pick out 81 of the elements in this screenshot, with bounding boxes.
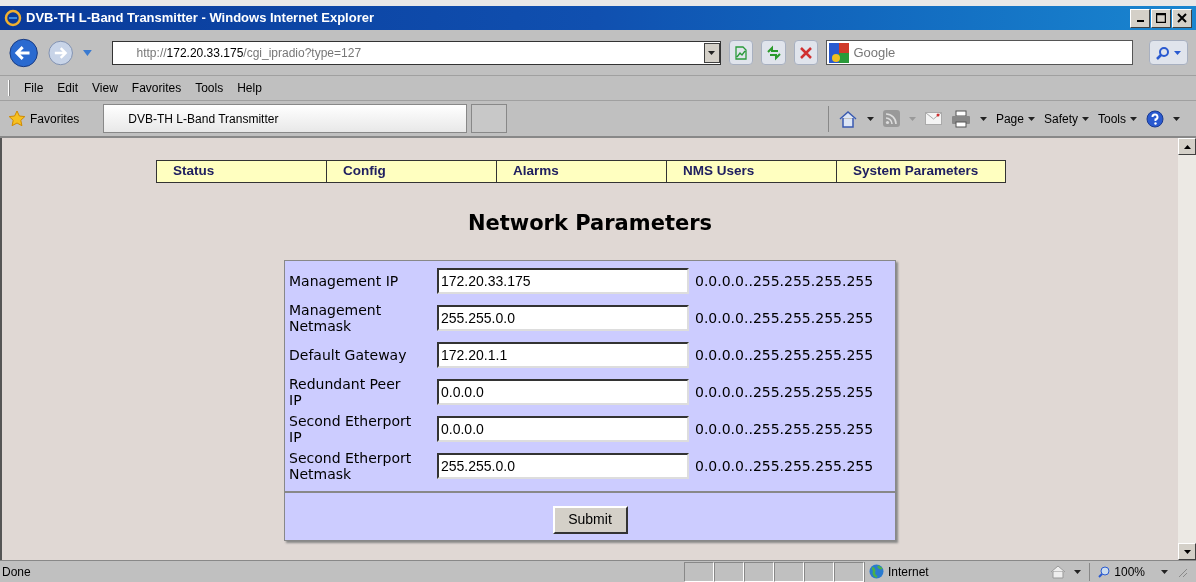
scroll-down-icon [1183,549,1191,554]
search-button[interactable] [1148,40,1188,65]
browser-tab[interactable]: DVB-TH L-Band Transmitter [103,104,468,133]
command-menu-button[interactable]: Page [995,109,1035,128]
caret-icon [979,116,987,121]
nav-link[interactable]: Alarms [497,161,667,182]
ip-input[interactable]: 255.255.0.0 [437,305,689,331]
forward-button[interactable] [47,38,75,67]
command-menu-button[interactable]: Safety [1043,109,1089,128]
ip-input[interactable]: 172.20.1.1 [437,342,689,368]
dropdown-arrow-icon[interactable] [82,49,92,56]
back-button[interactable] [8,36,40,69]
vertical-scrollbar[interactable] [1178,138,1196,560]
menu-item[interactable]: Help [237,79,262,97]
range-hint: 0.0.0.0..255.255.255.255 [695,308,874,328]
minimize-button[interactable] [1130,8,1150,28]
close-icon [1177,13,1187,23]
caret-icon [1130,116,1137,121]
close-button[interactable] [1172,8,1192,28]
favorites-button[interactable]: Favorites [30,109,80,128]
refresh-icon[interactable] [761,40,786,65]
globe-icon [869,564,884,579]
maximize-button[interactable] [1151,8,1171,28]
caret-icon [1074,569,1082,574]
field-label: Second Etherport IP [289,413,413,445]
command-menu-button[interactable]: Tools [1098,109,1137,128]
page-icon[interactable] [728,40,754,65]
browser-logo-icon [4,9,22,27]
printer-icon[interactable] [950,109,971,128]
menu-item[interactable]: Edit [57,79,79,97]
caret-icon [1173,50,1181,55]
window-title: DVB-TH L-Band Transmitter - Windows Internet Explorer [26,9,375,28]
zoom-icon [1098,565,1111,578]
zone-text: Internet [888,563,929,581]
field-label: Management IP [289,273,400,289]
caret-icon [1173,116,1180,121]
new-tab-button[interactable] [471,104,508,133]
caret-icon [1161,569,1168,574]
ip-input[interactable]: 0.0.0.0 [437,416,689,442]
menu-item[interactable]: Favorites [131,79,182,97]
page-heading: Network Parameters [467,210,713,237]
ip-input[interactable]: 255.255.0.0 [437,453,689,479]
field-label: Management Netmask [289,302,383,334]
zoom-button[interactable]: 100% [1098,562,1145,581]
home-icon[interactable] [837,109,858,128]
range-hint: 0.0.0.0..255.255.255.255 [695,456,874,476]
rss-feed-icon[interactable] [882,110,900,127]
caret-icon [908,116,916,121]
ip-input[interactable]: 0.0.0.0 [437,379,689,405]
ip-input[interactable]: 172.20.33.175 [437,268,689,294]
range-hint: 0.0.0.0..255.255.255.255 [695,382,874,402]
maximize-icon [1156,13,1166,23]
star-icon[interactable] [8,109,26,128]
address-field[interactable]: http://172.20.33.175/cgi_ipradio?type=127 [111,40,721,65]
menu-item[interactable]: View [92,79,118,97]
nav-link[interactable]: Config [327,161,497,182]
stop-icon[interactable] [793,40,819,65]
status-text: Done [1,563,32,581]
mail-icon[interactable] [924,112,942,125]
nav-link[interactable]: System Parameters [837,161,1005,182]
search-icon [1155,45,1170,60]
minimize-icon [1136,20,1144,22]
scroll-up-icon [1183,144,1191,149]
menu-item[interactable]: File [24,79,44,97]
caret-icon [1027,116,1035,121]
caret-icon [708,50,716,55]
field-label: Default Gateway [289,347,408,363]
range-hint: 0.0.0.0..255.255.255.255 [695,419,874,439]
caret-icon [866,116,874,121]
field-label: Second Etherport Netmask [289,450,413,482]
caret-icon [1082,116,1089,121]
submit-button[interactable]: Submit [552,505,628,534]
range-hint: 0.0.0.0..255.255.255.255 [695,271,874,291]
search-provider-icon [829,42,850,63]
search-field[interactable]: Google [826,40,1133,65]
range-hint: 0.0.0.0..255.255.255.255 [695,345,874,365]
menu-item[interactable]: Tools [195,79,224,97]
help-icon[interactable] [1146,109,1164,128]
nav-link[interactable]: Status [157,161,327,182]
nav-link[interactable]: NMS Users [667,161,837,182]
field-label: Redundant Peer IP [289,376,402,408]
